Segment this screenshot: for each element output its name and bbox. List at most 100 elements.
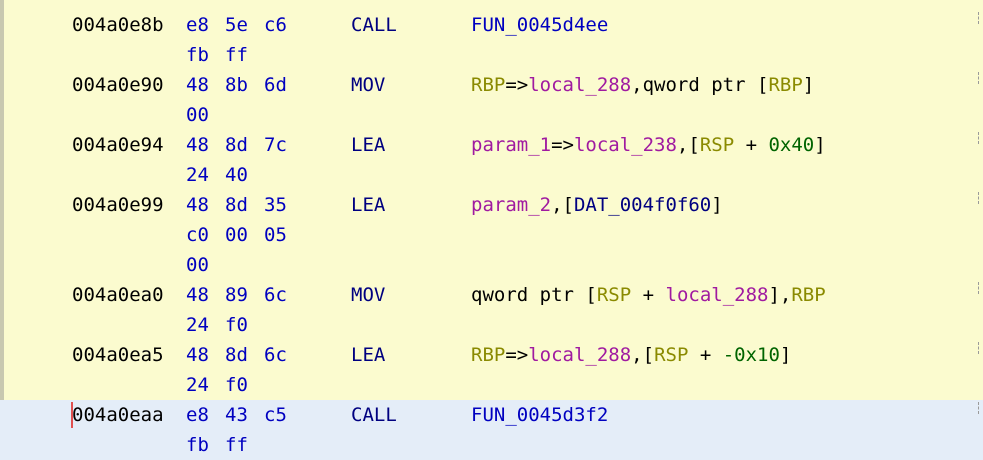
listing-row[interactable]: 004a0eaa e8 43 c5 fb ff CALL FUN_0045d3f2 (0, 400, 983, 460)
operand-scalar[interactable]: -0x10 (723, 344, 780, 366)
row-mnemonic[interactable]: CALL (351, 10, 397, 40)
row-operands[interactable]: qword ptr [RSP + local_288],RBP (471, 280, 826, 310)
operand-variable[interactable]: local_238 (574, 134, 677, 156)
operand-function[interactable]: FUN_0045d4ee (471, 14, 608, 36)
row-mnemonic[interactable]: MOV (351, 280, 385, 310)
instruction-byte: 6c (264, 284, 287, 306)
listing-row[interactable]: 004a0e90 48 8b 6d 00 MOV RBP=>local_288,qword … (0, 70, 983, 130)
operand-plain: ] (802, 74, 815, 96)
row-address[interactable]: 004a0eaa (72, 400, 164, 430)
right-edge-marker (978, 12, 983, 24)
operand-function[interactable]: FUN_0045d3f2 (471, 404, 608, 426)
operand-plain: ,[ (676, 134, 700, 156)
operand-variable[interactable]: param_1 (471, 134, 551, 156)
partial-bytes-top-2: 40 (225, 0, 248, 6)
operand-plain: ,[ (631, 344, 655, 366)
listing-row[interactable]: 004a0e94 48 8d 7c 24 40 LEA param_1=>local_238,… (0, 130, 983, 190)
row-address[interactable]: 004a0e8b (72, 10, 164, 40)
operand-variable[interactable]: local_288 (528, 344, 631, 366)
instruction-byte: 48 (186, 284, 209, 306)
row-address[interactable]: 004a0ea5 (72, 340, 164, 370)
row-operands[interactable]: param_2,[DAT_004f0f60] (471, 190, 723, 220)
instruction-byte: ff (225, 434, 248, 456)
listing-row[interactable]: 004a0ea5 48 8d 6c 24 f0 LEA RBP=>local_288,[RSP… (0, 340, 983, 400)
instruction-byte: fb (186, 44, 209, 66)
operand-register[interactable]: RBP (768, 74, 802, 96)
right-edge-marker (978, 282, 983, 294)
operand-data[interactable]: DAT_004f0f60 (574, 194, 711, 216)
right-edge-marker (978, 192, 983, 204)
operand-plain: qword ptr [ (471, 284, 597, 306)
operand-scalar[interactable]: 0x40 (768, 134, 814, 156)
row-mnemonic[interactable]: LEA (351, 130, 385, 160)
instruction-byte: 48 (186, 74, 209, 96)
row-mnemonic[interactable]: MOV (351, 70, 385, 100)
disassembly-listing[interactable]: 24 40 004a0e8be85ec6fbffCALLFUN_0045d4ee… (0, 0, 983, 460)
operand-plain: ], (768, 284, 792, 306)
instruction-byte: 48 (186, 194, 209, 216)
row-address[interactable]: 004a0e94 (72, 130, 164, 160)
operand-register[interactable]: RSP (654, 344, 688, 366)
instruction-byte: c6 (264, 14, 287, 36)
partial-bytes-top-1: 24 (186, 0, 209, 6)
operand-variable[interactable]: local_288 (666, 284, 769, 306)
instruction-byte: 7c (264, 134, 287, 156)
row-mnemonic[interactable]: CALL (351, 400, 397, 430)
instruction-byte: 8d (225, 134, 248, 156)
instruction-byte: 8d (225, 344, 248, 366)
operand-plain: => (505, 344, 529, 366)
operand-register[interactable]: RSP (700, 134, 734, 156)
text-cursor (71, 402, 73, 428)
instruction-byte: 35 (264, 194, 287, 216)
instruction-byte: 6d (264, 74, 287, 96)
instruction-byte: 43 (225, 404, 248, 426)
row-address[interactable]: 004a0e90 (72, 70, 164, 100)
instruction-byte: 8b (225, 74, 248, 96)
instruction-byte: 00 (186, 104, 209, 126)
listing-row[interactable]: 004a0e8b e8 5e c6 fb ff CALL FUN_0045d4ee (0, 10, 983, 70)
instruction-byte: e8 (186, 14, 209, 36)
row-operands[interactable]: RBP=>local_288,qword ptr [RBP] (471, 70, 814, 100)
instruction-byte: e8 (186, 404, 209, 426)
operand-plain: + (631, 284, 666, 306)
row-mnemonic[interactable]: LEA (351, 340, 385, 370)
operand-plain: + (734, 134, 769, 156)
operand-plain: ,[ (551, 194, 574, 216)
instruction-byte: 24 (186, 374, 209, 396)
operand-plain: + (688, 344, 723, 366)
instruction-byte: 00 (186, 254, 209, 276)
right-edge-marker (978, 132, 983, 144)
operand-register[interactable]: RSP (597, 284, 631, 306)
instruction-byte: 40 (225, 164, 248, 186)
operand-register[interactable]: RBP (471, 344, 505, 366)
operand-plain: => (505, 74, 529, 96)
instruction-byte: f0 (225, 374, 248, 396)
instruction-byte: c5 (264, 404, 287, 426)
instruction-byte: 00 (225, 224, 248, 246)
row-address[interactable]: 004a0ea0 (72, 280, 164, 310)
operand-plain: => (551, 134, 574, 156)
operand-variable[interactable]: param_2 (471, 194, 551, 216)
row-operands[interactable]: FUN_0045d3f2 (471, 400, 608, 430)
operand-variable[interactable]: local_288 (528, 74, 631, 96)
operand-plain: ] (814, 134, 826, 156)
instruction-byte: 48 (186, 134, 209, 156)
operand-plain: ] (711, 194, 723, 216)
row-mnemonic[interactable]: LEA (351, 190, 385, 220)
instruction-byte: 8d (225, 194, 248, 216)
row-operands[interactable]: RBP=>local_288,[RSP + -0x10] (471, 340, 791, 370)
listing-row[interactable]: 004a0ea0 48 89 6c 24 f0 MOV qword ptr [RSP + lo… (0, 280, 983, 340)
instruction-byte: 89 (225, 284, 248, 306)
right-edge-marker (978, 342, 983, 354)
row-address[interactable]: 004a0e99 (72, 190, 164, 220)
row-operands[interactable]: param_1=>local_238,[RSP + 0x40] (471, 130, 826, 160)
instruction-byte: 6c (264, 344, 287, 366)
operand-plain: ,qword ptr [ (631, 74, 769, 96)
row-operands[interactable]: FUN_0045d4ee (471, 10, 608, 40)
operand-register[interactable]: RBP (791, 284, 825, 306)
operand-register[interactable]: RBP (471, 74, 505, 96)
instruction-byte: f0 (225, 314, 248, 336)
operand-plain: ] (779, 344, 792, 366)
instruction-byte: fb (186, 434, 209, 456)
listing-row[interactable]: 004a0e99 48 8d 35 c0 00 05 00 LEA param_2,[DAT_00… (0, 190, 983, 280)
